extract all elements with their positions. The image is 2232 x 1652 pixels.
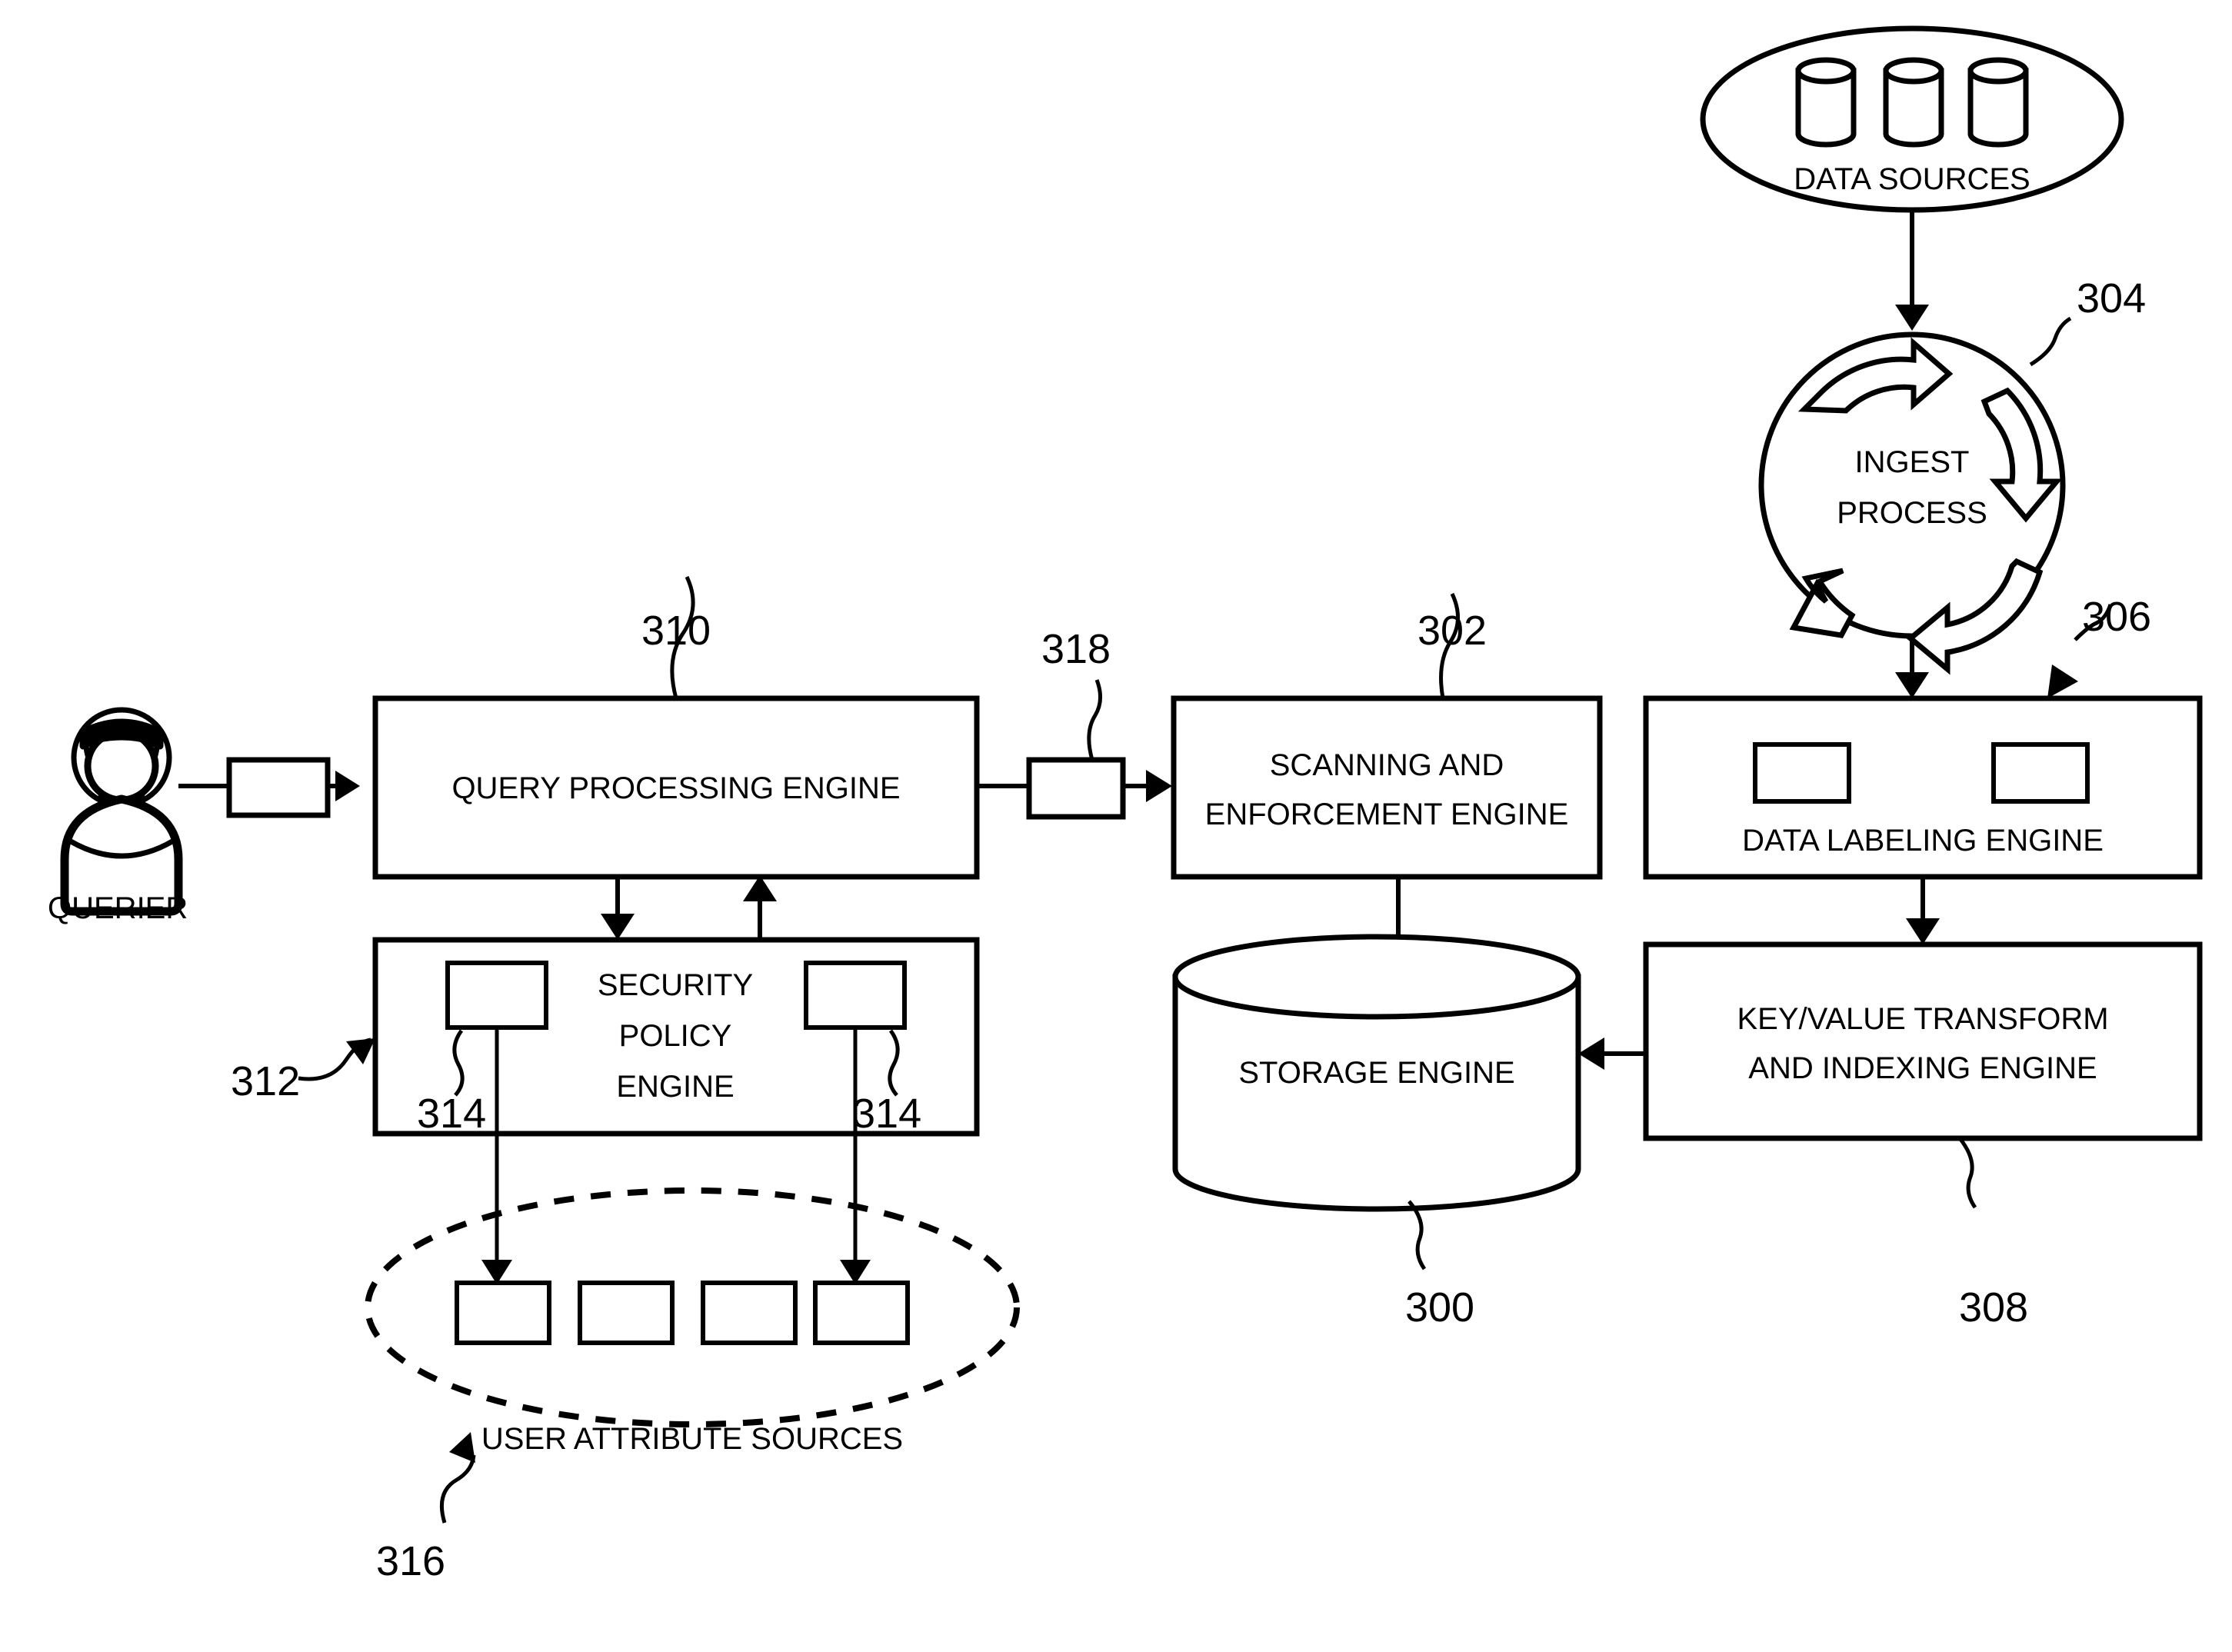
ref-312: 312 (231, 1058, 300, 1104)
user-attribute-sources-node[interactable]: USER ATTRIBUTE SOURCES (365, 1187, 1020, 1456)
data-labeling-engine-node[interactable]: DATA LABELING ENGINE (1643, 695, 2203, 880)
key-value-engine-label-line2: AND INDEXING ENGINE (1748, 1051, 2097, 1085)
user-attribute-source-box-1[interactable] (455, 1281, 551, 1345)
key-value-transform-engine-node[interactable]: KEY/VALUE TRANSFORM AND INDEXING ENGINE (1643, 941, 2203, 1141)
database-cylinder-icon-1 (1795, 57, 1857, 148)
security-policy-engine-label-line1: SECURITY (598, 968, 753, 1002)
database-cylinder-icon-2 (1883, 57, 1944, 148)
leader-line-304 (2029, 316, 2072, 367)
leader-line-308 (1958, 1137, 1977, 1209)
security-policy-engine-node[interactable]: SECURITY POLICY ENGINE 314 314 (372, 937, 980, 1137)
ref-300: 300 (1405, 1284, 1474, 1331)
patent-diagram-svg: QUERIER QUERY PROCESSING ENGINE 310 SECU… (48, 25, 2203, 1584)
arrowhead-ingest-to-dle (1895, 672, 1929, 698)
connector-querier-box (226, 757, 331, 818)
data-labeling-engine-inner-box-right[interactable] (1991, 742, 2090, 804)
user-attribute-sources-label: USER ATTRIBUTE SOURCES (481, 1422, 903, 1456)
querier-label: QUERIER (48, 891, 188, 925)
data-sources-label: DATA SOURCES (1794, 162, 2030, 196)
arrowhead-datasources-to-ingest (1895, 305, 1929, 331)
ref-302: 302 (1417, 608, 1487, 654)
arrowhead-dle-to-kv (1906, 918, 1940, 944)
user-attribute-source-box-3[interactable] (701, 1281, 798, 1345)
ref-314-right: 314 (852, 1091, 921, 1137)
connector-318-box[interactable] (1026, 757, 1126, 820)
ref-308: 308 (1959, 1284, 2028, 1331)
storage-engine-node[interactable]: STORAGE ENGINE (1172, 934, 1581, 1212)
storage-engine-cylinder-top (1172, 934, 1581, 1020)
leader-line-316 (439, 1454, 476, 1524)
arrowhead-kv-to-storage (1578, 1037, 1604, 1070)
scanning-and-enforcement-engine-node[interactable]: SCANNING AND ENFORCEMENT ENGINE (1171, 695, 1603, 880)
leader-line-300 (1407, 1200, 1427, 1271)
storage-engine-label: STORAGE ENGINE (1238, 1056, 1514, 1090)
data-labeling-engine-inner-box-left[interactable] (1753, 742, 1851, 804)
arrowhead-to-qpe (335, 771, 360, 801)
arrowhead-qpe-to-spe (601, 914, 635, 940)
ref-304: 304 (2077, 275, 2146, 321)
ref-314-left: 314 (417, 1091, 486, 1137)
security-policy-engine-inner-box-left[interactable] (445, 961, 548, 1030)
ref-306: 306 (2082, 594, 2151, 640)
arrowhead-318-to-see (1146, 770, 1172, 802)
scanning-engine-label-line1: SCANNING AND (1270, 748, 1504, 782)
leader-line-318 (1087, 679, 1102, 761)
querier-node: QUERIER (48, 707, 188, 925)
query-processing-engine-node[interactable]: QUERY PROCESSING ENGINE (372, 695, 980, 880)
security-policy-engine-label-line3: ENGINE (616, 1070, 734, 1104)
ref-316: 316 (376, 1538, 445, 1584)
data-sources-node[interactable]: DATA SOURCES (1700, 25, 2124, 213)
database-cylinder-icon-3 (1967, 57, 2029, 148)
security-policy-engine-inner-box-right[interactable] (804, 961, 907, 1030)
user-attribute-source-box-2[interactable] (578, 1281, 675, 1345)
scanning-and-enforcement-engine-box[interactable] (1171, 695, 1603, 880)
person-icon (60, 707, 183, 916)
ingest-process-label-line1: INGEST (1855, 445, 1970, 479)
ref-310: 310 (641, 608, 711, 654)
ingest-process-label-line2: PROCESS (1837, 496, 1987, 530)
scanning-engine-label-line2: ENFORCEMENT ENGINE (1205, 798, 1569, 831)
data-labeling-engine-label: DATA LABELING ENGINE (1742, 824, 2104, 858)
query-processing-engine-label: QUERY PROCESSING ENGINE (451, 771, 900, 805)
security-policy-engine-label-line2: POLICY (619, 1019, 732, 1053)
arrowhead-306 (2047, 664, 2078, 698)
ingest-process-node[interactable]: INGEST PROCESS (1758, 331, 2066, 675)
user-attribute-source-box-4[interactable] (813, 1281, 910, 1345)
key-value-engine-label-line1: KEY/VALUE TRANSFORM (1737, 1002, 2108, 1036)
key-value-transform-engine-box[interactable] (1643, 941, 2203, 1141)
ref-318: 318 (1041, 626, 1111, 672)
figure-canvas: QUERIER QUERY PROCESSING ENGINE 310 SECU… (0, 0, 2232, 1652)
arrowhead-316 (449, 1432, 475, 1463)
